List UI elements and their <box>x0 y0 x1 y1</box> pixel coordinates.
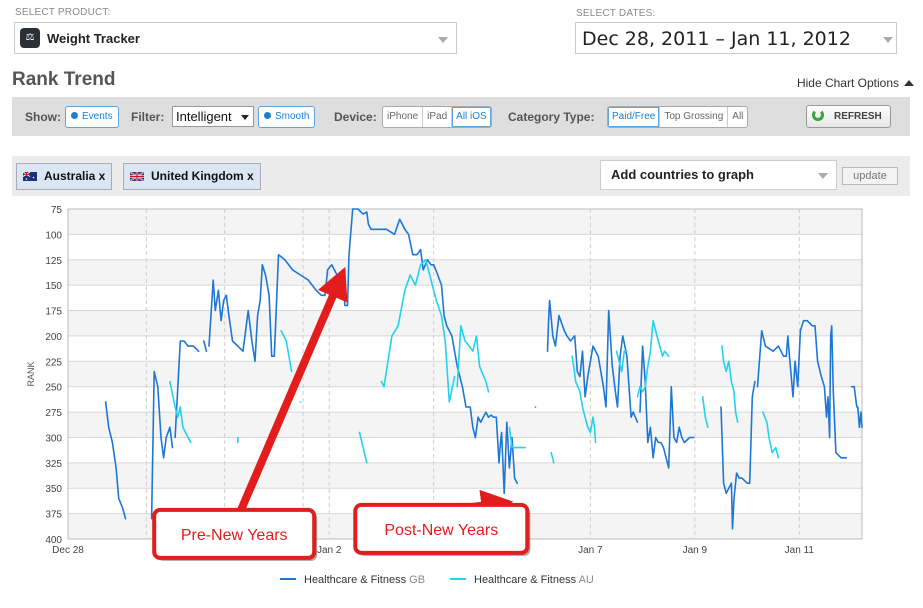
y-tick-label: 100 <box>45 230 62 241</box>
category-segmented: Paid/Free Top Grossing All <box>607 106 749 128</box>
y-tick-label: 75 <box>51 205 63 216</box>
chevron-down-icon <box>883 37 893 43</box>
filter-value: Intelligent <box>176 109 232 124</box>
smooth-toggle[interactable]: Smooth <box>258 106 316 128</box>
category-paid-free[interactable]: Paid/Free <box>608 107 661 127</box>
series-line <box>550 451 555 464</box>
date-range-value: Dec 28, 2011 – Jan 11, 2012 <box>582 28 851 50</box>
category-all[interactable]: All <box>728 107 747 127</box>
annotation-text: Post-New Years <box>384 522 498 539</box>
device-iphone[interactable]: iPhone <box>383 107 424 127</box>
y-axis-label: RANK <box>26 361 36 386</box>
country-tag-united-kingdom[interactable]: United Kingdom x <box>123 163 261 190</box>
country-bar: Australia x United Kingdom x Add countri… <box>12 156 910 196</box>
filter-label: Filter: <box>131 110 165 124</box>
events-toggle[interactable]: Events <box>65 106 119 128</box>
radio-dot-icon <box>71 111 78 119</box>
hide-chart-options-link[interactable]: Hide Chart Options <box>796 76 914 90</box>
hide-chart-options-label: Hide Chart Options <box>796 76 899 90</box>
y-tick-label: 300 <box>45 433 62 444</box>
product-select[interactable]: ⚖ Weight Tracker <box>14 22 457 54</box>
refresh-label: REFRESH <box>834 111 882 122</box>
country-tag-australia-label: Australia x <box>44 169 106 183</box>
x-tick-label: Jan 7 <box>578 545 603 556</box>
y-tick-label: 375 <box>45 510 62 521</box>
y-tick-label: 225 <box>45 357 62 368</box>
annotation-text: Pre-New Years <box>181 527 288 544</box>
filter-select[interactable]: Intelligent <box>172 106 254 127</box>
smooth-label: Smooth <box>275 111 310 122</box>
series-line <box>150 370 174 520</box>
y-tick-label: 325 <box>45 459 62 470</box>
refresh-button[interactable]: REFRESH <box>806 105 891 128</box>
device-ipad[interactable]: iPad <box>423 107 453 127</box>
chevron-down-icon <box>818 173 828 179</box>
series-line <box>720 380 756 530</box>
series-line <box>203 340 208 352</box>
x-tick-label: Dec 28 <box>52 545 84 556</box>
page-title: Rank Trend <box>12 69 116 90</box>
y-tick-label: 125 <box>45 256 62 267</box>
y-tick-label: 350 <box>45 484 62 495</box>
chart-options-toolbar: Show: Events Filter: Intelligent Smooth … <box>12 97 910 136</box>
chevron-down-icon <box>438 37 448 43</box>
rank-trend-chart-svg: 7510012515017520022525027530032535037540… <box>26 205 863 586</box>
radio-dot-icon <box>264 111 271 119</box>
y-tick-label: 200 <box>45 332 62 343</box>
grid-band <box>68 259 862 286</box>
chevron-up-icon <box>904 80 914 86</box>
product-label: SELECT PRODUCT: <box>15 7 111 18</box>
grid-band <box>68 462 862 489</box>
dates-label: SELECT DATES: <box>576 8 656 19</box>
product-app-icon: ⚖ <box>20 28 40 48</box>
uk-flag-icon <box>130 172 144 181</box>
category-top-grossing[interactable]: Top Grossing <box>660 107 729 127</box>
x-tick-label: Jan 9 <box>683 545 708 556</box>
show-label: Show: <box>25 110 61 124</box>
add-countries-placeholder: Add countries to graph <box>611 167 754 182</box>
y-tick-label: 175 <box>45 307 62 318</box>
australia-flag-icon <box>23 172 37 181</box>
grid-band <box>68 310 862 336</box>
chevron-down-icon <box>241 115 249 120</box>
device-segmented: iPhone iPad All iOS <box>382 106 492 128</box>
device-all-ios[interactable]: All iOS <box>452 107 491 127</box>
grid-band <box>68 209 862 235</box>
add-countries-select[interactable]: Add countries to graph <box>600 160 837 190</box>
rank-trend-chart: 75 100 125 150 175 200 225 250 275 300 325 350 375 40… <box>12 196 910 603</box>
category-type-label: Category Type: <box>508 110 595 124</box>
date-range-select[interactable]: Dec 28, 2011 – Jan 11, 2012 <box>575 22 897 54</box>
device-label: Device: <box>334 110 377 124</box>
events-label: Events <box>82 111 113 122</box>
legend-label: Healthcare & Fitness GB <box>304 574 425 586</box>
grid-band <box>68 412 862 438</box>
y-tick-label: 250 <box>45 383 62 394</box>
country-tag-united-kingdom-label: United Kingdom x <box>151 169 254 183</box>
grid-band <box>68 361 862 387</box>
y-tick-label: 275 <box>45 408 62 419</box>
refresh-icon <box>812 109 824 121</box>
x-tick-label: Jan 11 <box>785 545 815 556</box>
update-button[interactable]: update <box>842 167 898 185</box>
x-tick-label: Jan 2 <box>317 545 342 556</box>
y-tick-label: 150 <box>45 281 62 292</box>
legend-label: Healthcare & Fitness AU <box>474 574 594 586</box>
country-tag-australia[interactable]: Australia x <box>16 163 113 190</box>
product-name: Weight Tracker <box>47 31 140 46</box>
